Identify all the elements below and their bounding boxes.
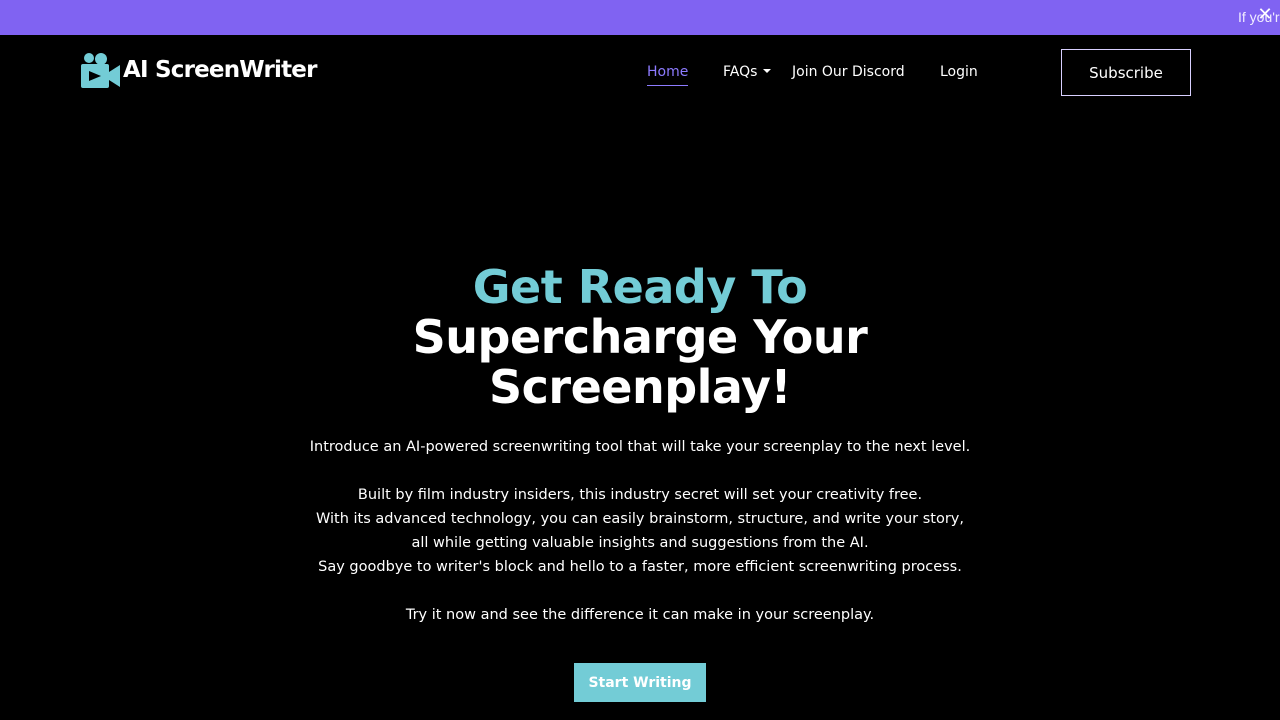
hero-paragraph-3: all while getting valuable insights and … — [411, 535, 869, 551]
nav-home[interactable]: Home — [647, 63, 689, 86]
hero-paragraph-5: Try it now and see the difference it can… — [405, 607, 875, 623]
brand-logo[interactable]: AI ScreenWriter — [80, 51, 317, 89]
site-header: AI ScreenWriter Home FAQs Join Our Disco… — [0, 35, 1280, 115]
start-writing-button[interactable]: Start Writing — [574, 663, 706, 702]
nav-login[interactable]: Login — [940, 63, 978, 81]
brand-name: AI ScreenWriter — [123, 57, 317, 83]
nav-discord[interactable]: Join Our Discord — [792, 63, 905, 81]
hero-title-line-1: Get Ready To — [472, 260, 808, 314]
announcement-banner: If you'r ✕ — [0, 0, 1280, 35]
hero-paragraph-2: With its advanced technology, you can ea… — [316, 511, 964, 527]
hero-title-line-3: Screenplay! — [488, 360, 792, 414]
subscribe-button[interactable]: Subscribe — [1061, 49, 1191, 96]
hero-paragraph-4: Say goodbye to writer's block and hello … — [318, 559, 962, 575]
nav-faqs-label: FAQs — [723, 64, 758, 80]
nav-faqs[interactable]: FAQs — [723, 63, 772, 81]
close-icon[interactable]: ✕ — [1254, 4, 1276, 26]
movie-camera-icon — [81, 53, 120, 88]
hero-intro: Introduce an AI-powered screenwriting to… — [309, 439, 971, 455]
brand-ai: AI — [123, 57, 149, 83]
chevron-down-icon — [763, 69, 772, 73]
hero-section: Get Ready To Supercharge Your Screenplay… — [0, 262, 1280, 412]
hero-paragraph-1: Built by film industry insiders, this in… — [357, 487, 923, 503]
hero-title-line-2: Supercharge Your — [412, 310, 868, 364]
hero-title: Get Ready To Supercharge Your Screenplay… — [0, 262, 1280, 412]
brand-screenwriter: ScreenWriter — [154, 57, 317, 83]
